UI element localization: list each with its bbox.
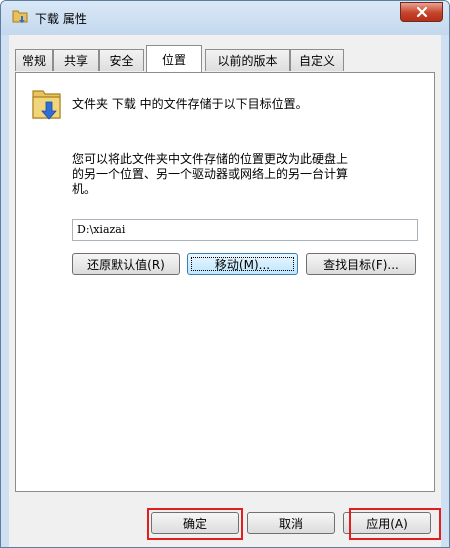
find-target-button[interactable]: 查找目标(F)... <box>306 253 416 275</box>
restore-default-button[interactable]: 还原默认值(R) <box>72 253 180 275</box>
location-path-input[interactable]: D:\xiazai <box>72 219 418 241</box>
cancel-button[interactable]: 取消 <box>247 512 335 534</box>
properties-window: 下载 属性 常规 共享 安全 位置 以前的版本 自定义 文件夹 下载 中的文件存… <box>0 0 450 548</box>
dialog-body: 常规 共享 安全 位置 以前的版本 自定义 文件夹 下载 中的文件存储于以下目标… <box>9 35 441 547</box>
tab-previous-versions[interactable]: 以前的版本 <box>205 49 290 71</box>
tab-sharing[interactable]: 共享 <box>53 49 99 71</box>
close-button[interactable] <box>400 2 443 22</box>
tab-general[interactable]: 常规 <box>15 49 53 71</box>
folder-icon <box>12 9 28 23</box>
tab-strip: 常规 共享 安全 位置 以前的版本 自定义 <box>15 45 441 73</box>
folder-download-icon <box>30 85 64 121</box>
tab-security[interactable]: 安全 <box>99 49 144 71</box>
ok-button[interactable]: 确定 <box>151 512 239 534</box>
title-bar[interactable]: 下载 属性 <box>1 1 449 35</box>
window-title: 下载 属性 <box>35 12 87 26</box>
description-line: 机。 <box>72 182 97 196</box>
move-button[interactable]: 移动(M)... <box>187 253 298 275</box>
apply-button[interactable]: 应用(A) <box>343 512 431 534</box>
close-icon <box>416 6 427 18</box>
description-line: 您可以将此文件夹中文件存储的位置更改为此硬盘上 <box>72 152 349 166</box>
location-panel: 文件夹 下载 中的文件存储于以下目标位置。 您可以将此文件夹中文件存储的位置更改… <box>15 72 435 492</box>
description-line: 的另一个位置、另一个驱动器或网络上的另一台计算 <box>72 167 349 181</box>
tab-location[interactable]: 位置 <box>146 45 202 72</box>
tab-customize[interactable]: 自定义 <box>290 49 344 71</box>
location-description: 您可以将此文件夹中文件存储的位置更改为此硬盘上 的另一个位置、另一个驱动器或网络… <box>72 152 422 197</box>
location-heading: 文件夹 下载 中的文件存储于以下目标位置。 <box>72 97 308 111</box>
